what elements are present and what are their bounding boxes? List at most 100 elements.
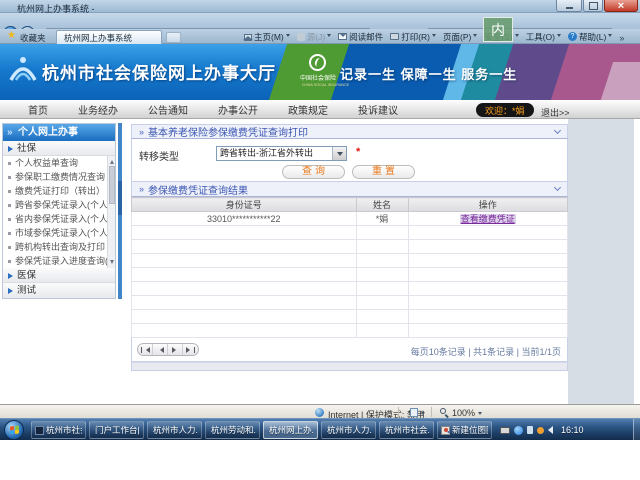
nav-announcements[interactable]: 公告通知 — [148, 102, 188, 117]
query-button[interactable]: 查询 — [282, 165, 345, 179]
sidebar-item-cross-province-entry[interactable]: 跨省参保凭证录入(个人) — [3, 198, 115, 212]
table-row-empty — [132, 282, 568, 296]
reset-button[interactable]: 重置 — [352, 165, 415, 179]
tray-volume-icon[interactable] — [548, 426, 553, 434]
splitter-handle[interactable] — [118, 181, 122, 215]
cell-id: 33010***********22 — [132, 212, 357, 226]
nav-feedback[interactable]: 投诉建议 — [358, 102, 398, 117]
nav-policies[interactable]: 政策规定 — [288, 102, 328, 117]
taskbar-button-shebao[interactable]: 杭州市社会... — [379, 421, 434, 439]
sidebar-item-entry-progress[interactable]: 参保凭证录入进度查询(个... — [3, 254, 115, 268]
site-header: 杭州市社会保险网上办事大厅 中国社会保险 CHINA SOCIAL INSURA… — [0, 44, 640, 100]
zoom-magnifier-icon[interactable] — [440, 408, 446, 414]
maximize-button[interactable] — [583, 0, 603, 12]
view-certificate-link[interactable]: 查看缴费凭证 — [460, 214, 516, 224]
menu-help[interactable]: 帮助(L) — [568, 31, 612, 43]
section-header-query-print: 基本养老保险参保缴费凭证查询打印 — [131, 124, 568, 139]
transfer-type-select[interactable]: 跨省转出-浙江省外转出 — [216, 146, 347, 161]
tray-messenger-icon[interactable] — [514, 426, 523, 435]
show-desktop-button[interactable] — [633, 419, 640, 441]
taskbar: 杭州市社会... 门户工作台|... 杭州市人力... 杭州劳动和... 杭州网… — [0, 418, 640, 440]
tray-app-icon[interactable] — [537, 427, 544, 434]
sidebar-item-cert-print[interactable]: 缴费凭证打印（转出） — [3, 184, 115, 198]
taskbar-button-app[interactable]: 杭州市社会... — [31, 421, 86, 439]
menu-read-mail[interactable]: 阅读邮件 — [338, 31, 383, 43]
sidebar-item-payment-status[interactable]: 参保职工缴费情况查询 — [3, 170, 115, 184]
printer-icon — [390, 33, 399, 40]
favorites-label[interactable]: 收藏夹 — [20, 32, 46, 44]
sidebar-header[interactable]: 个人网上办事 — [3, 124, 115, 141]
last-page-button[interactable] — [183, 344, 198, 355]
internet-zone-globe-icon — [315, 408, 324, 417]
sidebar-scrollbar[interactable] — [107, 156, 115, 268]
screen: 杭州网上办事系统 - http://172.16.29.59:8166/wsbs… — [0, 0, 640, 480]
feed-icon — [297, 33, 305, 41]
welcome-badge: 欢迎：*娟 — [476, 103, 534, 117]
overflow-chevron-icon[interactable] — [619, 28, 624, 46]
table-row-empty — [132, 296, 568, 310]
taskbar-clock[interactable]: 16:10 — [561, 425, 584, 435]
menu-tools[interactable]: 工具(O) — [526, 31, 561, 43]
taskbar-button-hrss1[interactable]: 杭州市人力... — [147, 421, 202, 439]
zoom-caret-icon[interactable] — [478, 412, 482, 417]
nav-public-affairs[interactable]: 办事公开 — [218, 102, 258, 117]
section-header-results: 参保缴费凭证查询结果 — [131, 182, 568, 197]
nav-home[interactable]: 首页 — [28, 102, 48, 117]
sidebar-item-agency-transfer-print[interactable]: 跨机构转出查询及打印（养... — [3, 240, 115, 254]
address-bar: http://172.16.29.59:8166/wsbsframe.html … — [0, 13, 640, 29]
new-tab-button[interactable] — [166, 32, 181, 43]
sidebar-section-yibao[interactable]: 医保 — [3, 268, 115, 283]
table-header-row: 身份证号 姓名 操作 — [132, 198, 568, 212]
sidebar-section-shebao[interactable]: 社保 — [3, 141, 115, 156]
next-page-button[interactable] — [168, 344, 183, 355]
csi-logo-icon — [309, 54, 326, 71]
taskbar-button-wsbs-active[interactable]: 杭州网上办... — [263, 421, 318, 439]
status-page-icon[interactable] — [410, 408, 418, 417]
prev-page-button[interactable] — [153, 344, 168, 355]
scroll-thumb[interactable] — [109, 166, 115, 204]
taskbar-button-paint[interactable]: 新建位图图... — [437, 421, 492, 439]
sidebar-item-rights-query[interactable]: 个人权益单查询 — [3, 156, 115, 170]
logout-link[interactable]: 退出>> — [541, 106, 570, 119]
cell-name: *娟 — [356, 212, 408, 226]
status-caret-icon[interactable] — [421, 412, 425, 417]
page-body: 个人网上办事 社保 个人权益单查询 参保职工缴费情况查询 缴费凭证打印（转出） … — [0, 119, 640, 404]
right-gray-area — [568, 119, 634, 404]
sidebar-section-test[interactable]: 测试 — [3, 283, 115, 298]
minimize-button[interactable] — [556, 0, 582, 12]
sidebar-splitter[interactable] — [118, 123, 122, 299]
col-id: 身份证号 — [132, 198, 357, 212]
close-button[interactable] — [604, 0, 638, 12]
system-tray: 16:10 — [500, 419, 584, 441]
transfer-type-value: 跨省转出-浙江省外转出 — [217, 147, 332, 160]
required-asterisk: * — [356, 146, 360, 158]
col-name: 姓名 — [356, 198, 408, 212]
select-dropdown-icon[interactable] — [332, 147, 346, 160]
tray-misc-icon[interactable] — [527, 426, 533, 434]
menu-home[interactable]: 主页(M) — [244, 31, 290, 43]
home-icon — [244, 34, 252, 41]
browser-tab[interactable]: 杭州网上办事系统 — [56, 30, 162, 44]
zoom-level[interactable]: 100% — [452, 408, 475, 418]
scroll-down-icon[interactable] — [110, 260, 114, 266]
table-row-empty — [132, 324, 568, 338]
table-row-empty — [132, 226, 568, 240]
sidebar-item-city-entry[interactable]: 市域参保凭证录入(个人) — [3, 226, 115, 240]
collapse-chevron-icon-2[interactable] — [554, 184, 561, 191]
favorites-star-icon[interactable]: ★ — [7, 30, 16, 42]
menu-print[interactable]: 打印(R) — [390, 31, 436, 43]
windows-flag-icon — [10, 426, 19, 435]
taskbar-button-labor[interactable]: 杭州劳动和... — [205, 421, 260, 439]
taskbar-button-portal[interactable]: 门户工作台|... — [89, 421, 144, 439]
menu-page[interactable]: 页面(P) — [443, 31, 477, 43]
taskbar-button-hrss2[interactable]: 杭州市人力... — [321, 421, 376, 439]
menu-feeds[interactable]: 源(J) — [297, 31, 331, 43]
scroll-up-icon[interactable] — [110, 158, 114, 164]
collapse-chevron-icon[interactable] — [554, 126, 561, 133]
sidebar-item-in-province-entry[interactable]: 省内参保凭证录入(个人) — [3, 212, 115, 226]
status-bar: Internet | 保护模式: 禁用 100% — [0, 404, 640, 418]
first-page-button[interactable] — [138, 344, 153, 355]
tray-printer-icon[interactable] — [500, 427, 510, 434]
start-button[interactable] — [4, 420, 24, 440]
nav-business[interactable]: 业务经办 — [78, 102, 118, 117]
